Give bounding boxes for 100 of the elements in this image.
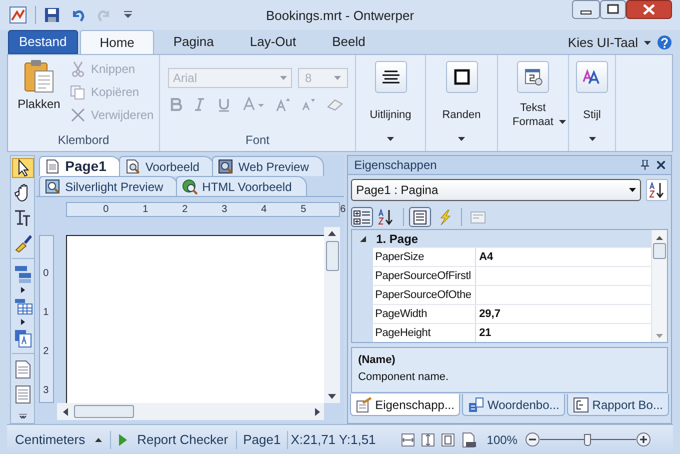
ribbon-button[interactable]: Stijl [569,55,615,151]
property-row[interactable]: PaperSourceOfFirstl [373,266,651,285]
scroll-thumb[interactable] [74,405,134,418]
paste-button[interactable]: Plakken [14,59,64,119]
zoom-percent: 100% [486,432,518,448]
property-grid[interactable]: 1. Page PaperSize A4 PaperSourceOfFirstl PaperSourceOfOthe PageWidth 29,7 PageHeight 21 [351,229,668,343]
play-icon [119,434,128,446]
property-value[interactable]: 21 [476,324,651,342]
panel-tab[interactable]: Rapport Bo... [567,394,669,416]
close-icon[interactable] [626,0,672,19]
pin-icon[interactable] [641,160,649,170]
object-selector[interactable]: Page1 : Pagina [351,179,641,201]
ribbon-tab[interactable]: Home [80,30,154,54]
ribbon-tab[interactable]: Lay-Out [232,30,314,54]
bands-icon [12,264,33,284]
more-icon[interactable] [18,414,27,420]
report-checker-button[interactable]: Report Checker [111,430,236,450]
magnifier-icon [125,158,142,174]
document-tab[interactable]: Page1 [39,156,122,176]
page-height-icon[interactable] [420,432,435,446]
document-icon [45,158,62,174]
cross-icon [70,107,86,123]
scroll-up-icon[interactable] [656,236,663,240]
ribbon-button[interactable]: Uitlijning [356,55,425,151]
group-label: Font [244,132,270,149]
tool-button[interactable] [12,158,34,178]
expanded-icon[interactable] [360,236,366,242]
brush-icon [12,233,33,253]
property-row[interactable]: PaperSourceOfOthe [373,285,651,304]
units-menu[interactable]: Centimeters [7,430,110,450]
app-icon[interactable] [9,6,27,24]
submenu-arrow-icon[interactable] [20,287,25,293]
toolbar-button[interactable] [409,207,432,227]
zoom-out-icon[interactable] [525,432,540,447]
globe-magnifier-icon [182,178,198,194]
save-icon[interactable] [44,7,60,23]
language-menu[interactable]: Kies UI-Taal [568,33,651,52]
cursor-position: X:21,71 Y:1,51 [290,430,377,449]
minimize-icon[interactable] [572,0,600,19]
scroll-thumb[interactable] [326,241,339,271]
font-color-icon[interactable] [242,97,264,112]
categorized-icon [353,208,372,226]
document-tab[interactable]: Silverlight Preview [39,176,178,196]
caret-icon [644,40,651,45]
ruler-number: 0 [43,267,49,281]
document-tab[interactable]: Web Preview [212,156,324,176]
page-indicator: Page1 [242,430,282,449]
sort-button[interactable] [646,179,668,201]
customize-arrow-icon[interactable] [124,11,132,19]
vertical-scrollbar[interactable] [651,230,667,342]
sort-az-icon [649,182,665,198]
ruler-number: 2 [43,345,49,359]
submenu-arrow-icon[interactable] [20,319,25,325]
caret-icon [458,136,465,140]
page-width-icon[interactable] [400,432,415,446]
scissors-icon [70,61,86,77]
caret-icon [280,76,287,80]
ribbon-button[interactable]: Randen [426,55,497,151]
zoom-slider[interactable] [540,434,636,446]
clipboard-icon [23,59,55,93]
document-tab[interactable]: HTML Voorbeeld [176,176,307,196]
whole-page-icon[interactable] [440,432,455,446]
ribbon-button[interactable]: Tekst Formaat [498,55,568,151]
property-row[interactable]: PaperSize A4 [373,247,651,266]
scroll-up-icon[interactable] [328,231,336,236]
vertical-scrollbar[interactable] [324,227,340,403]
panel-tab[interactable]: Eigenschapp... [350,394,460,416]
ribbon-tab[interactable]: Pagina [156,30,231,54]
restore-icon[interactable] [600,0,626,19]
text-box-icon [12,328,33,348]
slider-thumb[interactable] [584,434,592,446]
caret-icon [558,120,566,124]
panel-title: Eigenschappen [354,157,437,174]
ruler-number: 1 [43,306,49,320]
window-title: Bookings.mrt - Ontwerper [264,7,416,25]
help-icon[interactable] [657,35,672,50]
property-value[interactable]: A4 [476,248,651,266]
ruler-number: 3 [222,203,228,216]
close-icon[interactable] [657,161,665,169]
database-icon [468,396,484,412]
scroll-right-icon[interactable] [315,408,320,416]
toolbar-button[interactable] [351,207,374,227]
actual-size-icon[interactable] [460,432,477,448]
scroll-down-icon[interactable] [328,394,336,399]
file-tab[interactable]: Bestand [8,30,78,54]
property-row[interactable]: PageHeight 21 [373,323,651,342]
ruler-number: 0 [103,203,109,216]
page-icon [12,359,33,379]
scroll-thumb[interactable] [653,243,666,259]
property-row[interactable]: PageWidth 29,7 [373,304,651,323]
ribbon-tab[interactable]: Beeld [315,30,382,54]
scroll-left-icon[interactable] [63,408,68,416]
tree-icon [573,396,590,412]
properties-icon [356,396,372,412]
category-label: 1. Page [376,230,418,248]
zoom-in-icon[interactable] [636,432,652,447]
panel-tab[interactable]: Woordenbo... [462,394,566,416]
property-value[interactable]: 29,7 [476,305,651,323]
document-tab[interactable]: Voorbeeld [119,156,214,176]
horizontal-scrollbar[interactable] [57,403,324,420]
